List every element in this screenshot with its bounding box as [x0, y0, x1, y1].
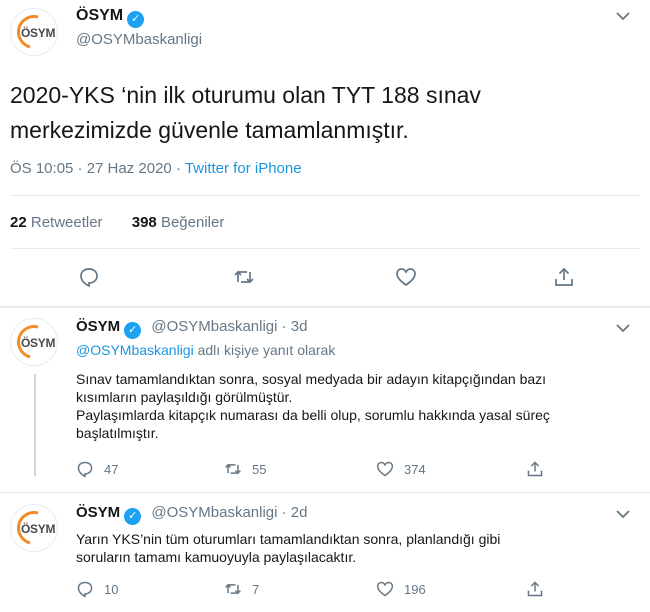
reply-icon	[77, 461, 93, 478]
like-icon	[376, 461, 394, 477]
reply-header: ÖSYM ✓ @OSYMbaskanligi · 2d	[76, 504, 307, 525]
like-icon	[376, 581, 394, 597]
tweet-text-line: Yarın YKS’nin tüm oturumları tamamlandık…	[76, 531, 501, 547]
reply-icon	[77, 581, 93, 598]
tweet-actions: 10 7 196	[76, 580, 556, 600]
avatar-logo-text: ÖSYM	[21, 26, 56, 40]
author-handle[interactable]: @OSYMbaskanligi	[76, 31, 202, 48]
like-count: 374	[404, 461, 426, 477]
avatar[interactable]: ÖSYM	[10, 8, 58, 56]
divider	[10, 248, 640, 249]
author-name[interactable]: ÖSYM ✓	[76, 7, 145, 28]
tweet-text-line: merkezimizde güvenle tamamlanmıştır.	[10, 117, 409, 143]
tweet-stats: 22 Retweetler 398 Beğeniler	[10, 214, 224, 231]
tweet-text-line: Paylaşımlarda kitapçık numarası da belli…	[76, 407, 550, 423]
tweet-actions: 47 55 374	[76, 460, 556, 480]
tweet-text: 2020-YKS ‘nin ilk oturumu olan TYT 188 s…	[10, 78, 570, 148]
thread-line	[34, 374, 36, 476]
likes-stat[interactable]: 398 Beğeniler	[132, 214, 225, 231]
retweets-label: Retweetler	[30, 214, 103, 231]
tweet-text-line: başlatılmıştır.	[76, 425, 159, 441]
verified-icon: ✓	[127, 11, 145, 28]
tweet-separator	[0, 492, 650, 493]
like-action[interactable]: 196	[376, 580, 426, 598]
tweet-text-line: 2020-YKS ‘nin ilk oturumu olan TYT 188 s…	[10, 82, 481, 108]
verified-icon: ✓	[124, 322, 142, 339]
share-icon	[527, 581, 543, 597]
chevron-down-icon[interactable]	[616, 506, 630, 522]
retweet-action[interactable]: 7	[224, 580, 259, 598]
reply-context: @OSYMbaskanligi adlı kişiye yanıt olarak	[76, 342, 335, 358]
likes-count: 398	[131, 214, 157, 231]
retweet-icon	[225, 463, 241, 475]
tweet-text-line: Sınav tamamlandıktan sonra, sosyal medya…	[76, 371, 547, 387]
tweet-actions	[78, 266, 578, 290]
tweet-text: Yarın YKS’nin tüm oturumları tamamlandık…	[76, 530, 636, 566]
reply-to-link[interactable]: @OSYMbaskanligi	[76, 342, 194, 358]
reply-count: 10	[104, 581, 119, 597]
share-icon	[527, 461, 543, 477]
tweet-text-line: kısımların paylaşıldığı görülmüştür.	[76, 389, 293, 405]
chevron-down-icon[interactable]	[616, 8, 630, 24]
tweet-text: Sınav tamamlandıktan sonra, sosyal medya…	[76, 370, 636, 442]
author-name-text[interactable]: ÖSYM	[76, 7, 123, 24]
author-handle-time[interactable]: @OSYMbaskanligi · 3d	[151, 318, 307, 335]
author-name-text[interactable]: ÖSYM	[76, 318, 120, 335]
retweet-count: 55	[252, 461, 267, 477]
tweet-source-link[interactable]: Twitter for iPhone	[185, 160, 302, 177]
like-action[interactable]: 374	[376, 460, 426, 478]
retweet-count: 7	[252, 581, 260, 597]
tweet-separator	[0, 306, 650, 308]
reply-to-text: adlı kişiye yanıt olarak	[193, 342, 336, 358]
share-action[interactable]	[526, 580, 544, 598]
reply-action[interactable]: 10	[76, 580, 118, 598]
avatar[interactable]: ÖSYM	[10, 504, 58, 552]
retweets-count: 22	[10, 214, 27, 231]
verified-icon: ✓	[124, 508, 142, 525]
author-name-text[interactable]: ÖSYM	[76, 504, 120, 521]
retweet-icon[interactable]	[233, 266, 255, 288]
like-icon[interactable]	[395, 266, 417, 288]
tweet-meta: ÖS 10:05 · 27 Haz 2020 · Twitter for iPh…	[10, 160, 302, 177]
avatar[interactable]: ÖSYM	[10, 318, 58, 366]
avatar-logo-text: ÖSYM	[21, 336, 56, 350]
reply-icon[interactable]	[78, 266, 100, 288]
reply-header: ÖSYM ✓ @OSYMbaskanligi · 3d	[76, 318, 307, 339]
divider	[10, 195, 640, 196]
reply-action[interactable]: 47	[76, 460, 118, 478]
likes-label: Beğeniler	[160, 214, 225, 231]
retweet-action[interactable]: 55	[224, 460, 266, 478]
reply-count: 47	[104, 461, 119, 477]
avatar-logo-text: ÖSYM	[21, 522, 56, 536]
retweets-stat[interactable]: 22 Retweetler	[10, 214, 103, 231]
share-icon[interactable]	[553, 266, 575, 288]
tweet-timestamp[interactable]: ÖS 10:05 · 27 Haz 2020 ·	[10, 160, 185, 177]
like-count: 196	[404, 581, 426, 597]
tweet-text-line: soruların tamamı kamuoyuyla paylaşılacak…	[76, 549, 357, 565]
author-handle-time[interactable]: @OSYMbaskanligi · 2d	[151, 504, 307, 521]
chevron-down-icon[interactable]	[616, 320, 630, 336]
retweet-icon	[225, 583, 241, 595]
share-action[interactable]	[526, 460, 544, 478]
